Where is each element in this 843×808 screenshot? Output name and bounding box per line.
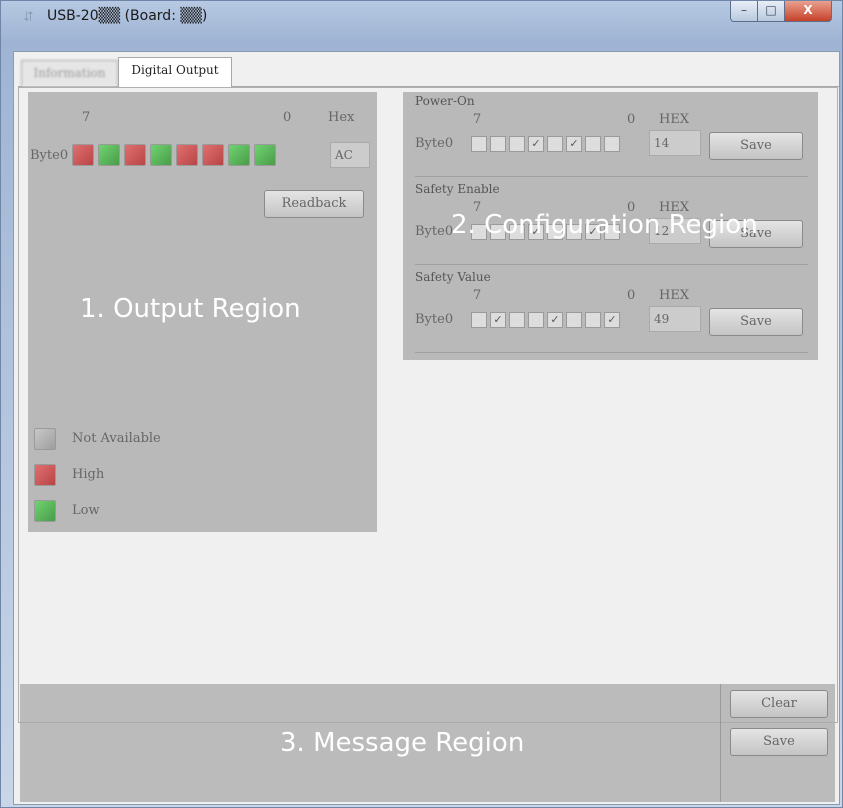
close-button[interactable]: X — [785, 1, 832, 22]
safety-value-bit-7-checkbox[interactable] — [471, 312, 487, 328]
usb-icon: ⮃ — [23, 9, 35, 25]
message-region-label: 3. Message Region — [280, 728, 525, 758]
title-bar[interactable]: ⮃ USB-20▒▒ (Board: ▒▒) – □ X — [1, 1, 842, 31]
safety-value-group-divider — [415, 352, 808, 353]
output-bit-0-toggle[interactable] — [254, 144, 276, 166]
safety-enable-byte0-label: Byte0 — [415, 224, 454, 239]
safety-value-hex-value: 49 — [649, 306, 701, 332]
output-bit-3-toggle[interactable] — [176, 144, 198, 166]
safety-value-bit-2-checkbox[interactable] — [566, 312, 582, 328]
legend-label-na: Not Available — [72, 431, 161, 446]
legend-swatch-high — [34, 464, 56, 486]
power-on-bit-1-checkbox[interactable] — [585, 136, 601, 152]
power-on-save-button[interactable]: Save — [709, 132, 803, 160]
output-region-label: 1. Output Region — [80, 294, 301, 324]
power-on-bit7-label: 7 — [473, 112, 482, 127]
power-on-bit-0-checkbox[interactable] — [604, 136, 620, 152]
legend-swatch-na — [34, 428, 56, 450]
power-on-bit-7-checkbox[interactable] — [471, 136, 487, 152]
output-bit-6-toggle[interactable] — [98, 144, 120, 166]
client-area: Information Digital Output 7 0 Hex Byte0… — [13, 51, 840, 805]
safety-value-bit-1-checkbox[interactable] — [585, 312, 601, 328]
bit0-label: 0 — [283, 110, 292, 125]
power-on-bit-3-checkbox[interactable] — [547, 136, 563, 152]
digital-output-panel: 7 0 Hex Byte0 AC Readback 1. Output Regi… — [18, 87, 838, 723]
safety-value-bit-5-checkbox[interactable] — [509, 312, 525, 328]
hex-header: Hex — [328, 110, 355, 125]
safety-value-bit-0-checkbox[interactable]: ✓ — [604, 312, 620, 328]
output-bit-row — [72, 144, 276, 166]
tab-digital-output[interactable]: Digital Output — [118, 57, 232, 87]
configuration-region-label: 2. Configuration Region — [451, 210, 758, 240]
safety-value-hex-header: HEX — [659, 288, 690, 303]
app-window: ⮃ USB-20▒▒ (Board: ▒▒) – □ X Information… — [0, 0, 843, 808]
safety-value-bit-3-checkbox[interactable]: ✓ — [547, 312, 563, 328]
safety-value-bit7-label: 7 — [473, 288, 482, 303]
output-bit-5-toggle[interactable] — [124, 144, 146, 166]
clear-button[interactable]: Clear — [730, 690, 828, 718]
output-bit-1-toggle[interactable] — [228, 144, 250, 166]
safety-value-bit-4-checkbox[interactable] — [528, 312, 544, 328]
maximize-button[interactable]: □ — [758, 1, 785, 22]
message-save-button[interactable]: Save — [730, 728, 828, 756]
output-bit-4-toggle[interactable] — [150, 144, 172, 166]
output-bit-7-toggle[interactable] — [72, 144, 94, 166]
power-on-bit-4-checkbox[interactable]: ✓ — [528, 136, 544, 152]
window-title: USB-20▒▒ (Board: ▒▒) — [47, 8, 208, 24]
minimize-button[interactable]: – — [730, 1, 758, 22]
safety-value-group-title: Safety Value — [415, 270, 491, 284]
tab-information[interactable]: Information — [21, 60, 118, 86]
bit7-label: 7 — [82, 110, 91, 125]
output-bit-2-toggle[interactable] — [202, 144, 224, 166]
power-on-hex-header: HEX — [659, 112, 690, 127]
message-divider — [720, 684, 721, 802]
caption-buttons: – □ X — [730, 1, 832, 23]
power-on-bit-2-checkbox[interactable]: ✓ — [566, 136, 582, 152]
safety-value-save-button[interactable]: Save — [709, 308, 803, 336]
legend-swatch-low — [34, 500, 56, 522]
tab-strip: Information Digital Output — [18, 56, 839, 87]
configuration-region: Power-On 7 0 HEX Byte0 ✓ ✓ 14 Save Safety Enable 7… — [403, 92, 818, 360]
legend-label-low: Low — [72, 503, 100, 518]
safety-value-byte0-label: Byte0 — [415, 312, 454, 327]
power-on-bit-5-checkbox[interactable] — [509, 136, 525, 152]
byte0-label: Byte0 — [30, 148, 69, 163]
power-on-bit-6-checkbox[interactable] — [490, 136, 506, 152]
power-on-bit0-label: 0 — [627, 112, 636, 127]
output-hex-value: AC — [330, 142, 370, 168]
power-on-group-title: Power-On — [415, 94, 475, 108]
safety-value-bit-6-checkbox[interactable]: ✓ — [490, 312, 506, 328]
safety-value-bit0-label: 0 — [627, 288, 636, 303]
power-on-hex-value: 14 — [649, 130, 701, 156]
power-on-byte0-label: Byte0 — [415, 136, 454, 151]
safety-enable-group-title: Safety Enable — [415, 182, 500, 196]
message-region: Clear Save 3. Message Region — [20, 684, 835, 802]
legend-label-high: High — [72, 467, 105, 482]
readback-button[interactable]: Readback — [264, 190, 364, 218]
safety-enable-group-divider — [415, 264, 808, 265]
power-on-group-divider — [415, 176, 808, 177]
output-region: 7 0 Hex Byte0 AC Readback 1. Output Regi… — [28, 92, 377, 532]
